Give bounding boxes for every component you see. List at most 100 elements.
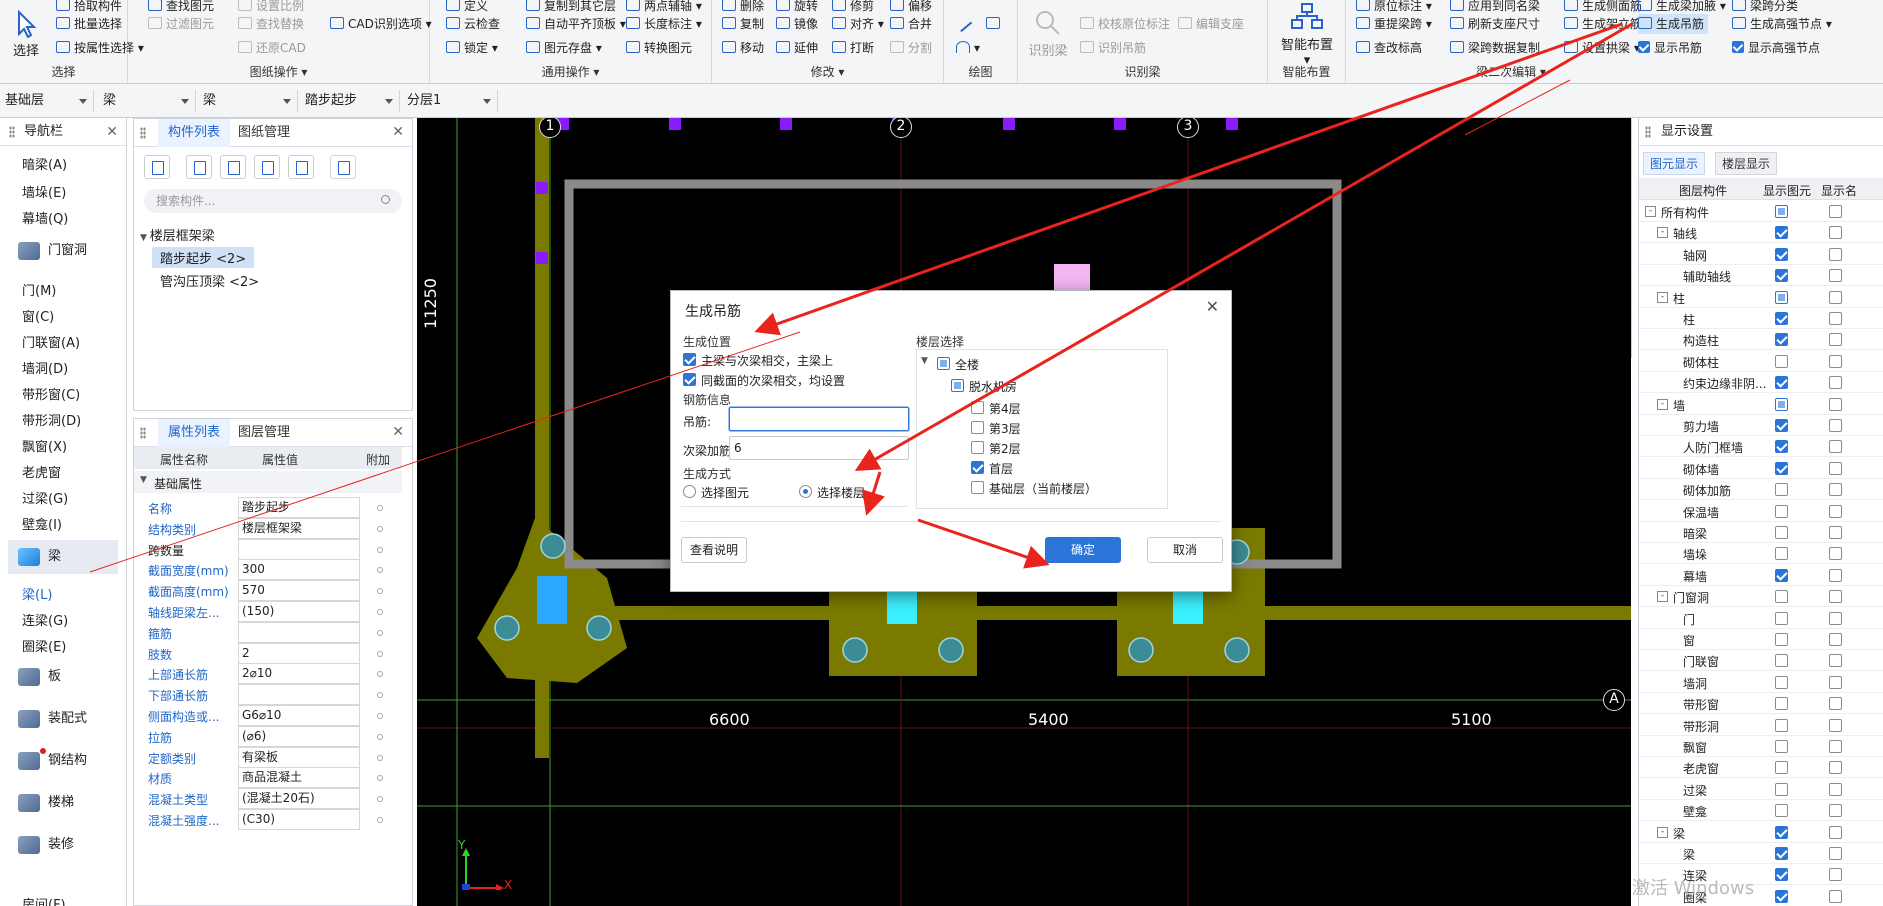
show-element-checkbox[interactable] [1775, 376, 1788, 390]
show-element-checkbox[interactable] [1775, 654, 1788, 668]
nav-item-hidden-beam[interactable]: 暗梁(A) [22, 154, 67, 173]
nav-cat-slab[interactable]: 板 [8, 660, 118, 694]
attach-radio[interactable] [377, 692, 383, 699]
display-row[interactable]: 辅助轴线 [1639, 265, 1883, 287]
show-element-checkbox[interactable] [1775, 547, 1788, 561]
show-name-checkbox[interactable] [1829, 868, 1842, 882]
length-dimension-button[interactable]: 长度标注 ▾ [626, 14, 702, 34]
display-row[interactable]: 剪力墙 [1639, 415, 1883, 436]
attach-radio[interactable] [377, 733, 383, 740]
nav-cat-finish[interactable]: 装修 [8, 828, 118, 862]
cad-options-button[interactable]: CAD识别选项 ▾ [330, 14, 432, 34]
edit-support-button[interactable]: 编辑支座 [1178, 14, 1244, 34]
display-row[interactable]: 墙垛 [1639, 543, 1883, 565]
help-button[interactable]: 查看说明 [681, 537, 747, 563]
tree-root[interactable]: ▼ 楼层框架梁 [140, 225, 215, 244]
show-name-checkbox[interactable] [1829, 269, 1842, 283]
display-row[interactable]: 窗 [1639, 629, 1883, 650]
grip-icon[interactable] [140, 127, 146, 139]
copy-span-data-button[interactable]: 梁跨数据复制 [1450, 38, 1540, 58]
show-element-checkbox[interactable] [1775, 333, 1788, 347]
display-row[interactable]: 壁龛 [1639, 800, 1883, 822]
new-component-button[interactable] [144, 155, 170, 179]
show-element-checkbox[interactable] [1775, 440, 1788, 454]
show-name-checkbox[interactable] [1829, 547, 1842, 561]
show-name-checkbox[interactable] [1829, 761, 1842, 775]
attach-radio[interactable] [377, 629, 383, 636]
layer-select[interactable]: 基础层 [2, 90, 94, 112]
floor-checkbox[interactable]: 第4层 [971, 400, 1021, 417]
show-element-checkbox[interactable] [1775, 611, 1788, 625]
nav-cat-prefab[interactable]: 装配式 [8, 702, 118, 736]
nav-cat-steel[interactable]: 钢结构 [8, 744, 118, 778]
display-row[interactable]: 暗梁 [1639, 522, 1883, 543]
collapse-icon[interactable]: - [1657, 291, 1668, 303]
show-element-checkbox[interactable] [1775, 461, 1788, 475]
attach-radio[interactable] [377, 588, 383, 595]
collapse-icon[interactable]: - [1645, 206, 1656, 217]
tab-element-display[interactable]: 图元显示 [1643, 152, 1706, 175]
gen-erection-rebar-button[interactable]: 生成架立筋 [1564, 14, 1642, 34]
show-name-checkbox[interactable] [1829, 740, 1842, 753]
filter-element-button[interactable]: 过滤图元 [148, 14, 214, 34]
nav-item-wall-opening[interactable]: 墙洞(D) [22, 358, 68, 377]
gen-hs-node-button[interactable]: 生成高强节点 ▾ [1732, 14, 1832, 34]
save-element-button[interactable]: 图元存盘 ▾ [526, 38, 602, 58]
display-row[interactable]: -梁 [1639, 822, 1883, 843]
tab-drawing-manage[interactable]: 图纸管理 [238, 119, 290, 147]
close-icon[interactable]: ✕ [392, 124, 404, 140]
gen-hanger-rebar-button[interactable]: 生成吊筋 [1638, 14, 1709, 34]
nav-item-curtain-wall[interactable]: 幕墙(Q) [22, 208, 68, 227]
restore-cad-button[interactable]: 还原CAD [238, 38, 306, 58]
nav-item-pier[interactable]: 墙垛(E) [22, 182, 66, 201]
show-name-checkbox[interactable] [1829, 226, 1842, 240]
nav-item-beam[interactable]: 梁(L) [22, 584, 52, 603]
show-element-checkbox[interactable] [1775, 312, 1788, 325]
nav-item-strip-opening[interactable]: 带形洞(D) [22, 410, 81, 429]
nav-cat-stairs[interactable]: 楼梯 [8, 786, 118, 820]
show-element-checkbox[interactable] [1775, 740, 1788, 753]
recognize-beam-button[interactable]: 识别梁 [1028, 4, 1068, 59]
nav-item-lintel[interactable]: 过梁(G) [22, 488, 68, 507]
display-row[interactable]: 门联窗 [1639, 650, 1883, 672]
collapse-icon[interactable]: - [1657, 398, 1668, 410]
rect-tool-button[interactable] [986, 14, 1004, 34]
show-name-checkbox[interactable] [1829, 568, 1842, 582]
close-icon[interactable]: ✕ [1206, 297, 1219, 316]
show-name-checkbox[interactable] [1829, 526, 1842, 539]
display-row[interactable]: 砌体墙 [1639, 458, 1883, 479]
refresh-support-button[interactable]: 刷新支座尺寸 [1450, 14, 1540, 34]
show-name-checkbox[interactable] [1829, 782, 1842, 796]
move-button[interactable]: 移动 [722, 38, 764, 58]
extra-rebar-input[interactable] [729, 436, 909, 460]
show-element-checkbox[interactable] [1775, 868, 1788, 882]
show-element-checkbox[interactable] [1775, 847, 1788, 860]
component-select[interactable]: 踏步起步 [302, 90, 400, 112]
display-row[interactable]: - 所有构件 [1639, 201, 1883, 222]
more-button[interactable] [330, 155, 356, 179]
set-arch-beam-button[interactable]: 设置拱梁 ▾ [1564, 38, 1640, 58]
show-element-checkbox[interactable] [1775, 782, 1788, 796]
display-row[interactable]: 柱 [1639, 308, 1883, 329]
cloud-check-button[interactable]: 云检查 [446, 14, 500, 34]
show-element-checkbox[interactable] [1775, 804, 1788, 818]
nav-cat-beam[interactable]: 梁 [8, 540, 118, 574]
show-name-checkbox[interactable] [1829, 376, 1842, 390]
attach-radio[interactable] [377, 775, 383, 782]
display-row[interactable]: 构造柱 [1639, 329, 1883, 351]
display-row[interactable]: 约束边缘非阴... [1639, 372, 1883, 394]
show-hanger-toggle[interactable]: 显示吊筋 [1638, 38, 1702, 58]
display-row[interactable]: 老虎窗 [1639, 757, 1883, 779]
show-name-checkbox[interactable] [1829, 397, 1842, 411]
auto-align-slab-button[interactable]: 自动平齐顶板 ▾ [526, 14, 626, 34]
display-row[interactable]: 带形洞 [1639, 715, 1883, 736]
nav-item-niche[interactable]: 壁龛(I) [22, 514, 62, 533]
show-element-checkbox[interactable] [1775, 226, 1788, 240]
nav-item-ring-beam[interactable]: 圈梁(E) [22, 636, 66, 655]
show-element-checkbox[interactable] [1775, 697, 1788, 711]
mirror-button[interactable]: 镜像 [776, 14, 818, 34]
hanger-input[interactable] [729, 407, 909, 431]
show-element-checkbox[interactable] [1775, 889, 1788, 903]
floor-checkbox[interactable]: 第2层 [971, 440, 1021, 457]
nav-item-bay-window[interactable]: 飘窗(X) [22, 436, 67, 455]
